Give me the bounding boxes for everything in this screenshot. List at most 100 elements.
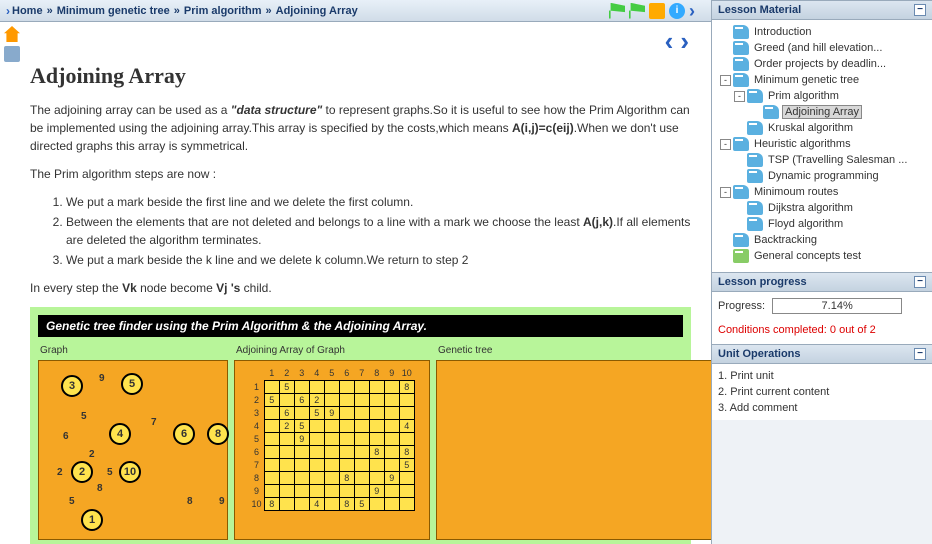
graph-node[interactable]: 10: [119, 461, 141, 483]
collapse-icon[interactable]: −: [914, 348, 926, 360]
tree-item[interactable]: -Minimum genetic tree: [716, 72, 928, 88]
tree-item[interactable]: Dijkstra algorithm: [716, 200, 928, 216]
crumb-1[interactable]: Minimum genetic tree: [57, 5, 170, 17]
main-area: › Home » Minimum genetic tree » Prim alg…: [0, 0, 712, 544]
lesson-progress-header[interactable]: Lesson progress −: [712, 272, 932, 292]
tree-item[interactable]: Floyd algorithm: [716, 216, 928, 232]
tree-item[interactable]: TSP (Travelling Salesman ...: [716, 152, 928, 168]
sidebar: Lesson Material − Introduction Greed (and…: [712, 0, 932, 544]
tree-item-label: Dijkstra algorithm: [766, 202, 855, 214]
tree-item[interactable]: Kruskal algorithm: [716, 120, 928, 136]
breadcrumb: › Home » Minimum genetic tree » Prim alg…: [6, 4, 609, 18]
tree-item-label: Greed (and hill elevation...: [752, 42, 884, 54]
tree-item-label: Backtracking: [752, 234, 819, 246]
step-1: We put a mark beside the first line and …: [66, 193, 691, 211]
edge-weight: 2: [89, 449, 95, 460]
graph-node[interactable]: 4: [109, 423, 131, 445]
graph-node[interactable]: 8: [207, 423, 229, 445]
expand-icon[interactable]: -: [720, 187, 731, 198]
graph-node[interactable]: 1: [81, 509, 103, 531]
forward-icon[interactable]: ›: [689, 3, 705, 19]
prev-page-icon[interactable]: ‹: [665, 26, 674, 56]
tree-item[interactable]: Backtracking: [716, 232, 928, 248]
book-icon: [733, 185, 749, 199]
edge-weight: 8: [97, 483, 103, 494]
book-icon: [747, 89, 763, 103]
op-add-comment[interactable]: 3. Add comment: [718, 400, 926, 416]
expand-icon[interactable]: -: [734, 91, 745, 102]
tree-item[interactable]: Greed (and hill elevation...: [716, 40, 928, 56]
flag-add-icon[interactable]: [629, 3, 645, 19]
progress-bar: 7.14%: [772, 298, 902, 314]
tree-item[interactable]: Adjoining Array: [716, 104, 928, 120]
book-icon: [733, 137, 749, 151]
steps-intro: The Prim algorithm steps are now :: [30, 165, 691, 183]
tree-item[interactable]: Order projects by deadlin...: [716, 56, 928, 72]
tree-canvas[interactable]: [436, 360, 711, 540]
tree-item[interactable]: Introduction: [716, 24, 928, 40]
collapse-icon[interactable]: −: [914, 276, 926, 288]
edge-weight: 5: [107, 467, 113, 478]
next-page-icon[interactable]: ›: [680, 26, 689, 56]
toolbar: ›: [609, 3, 705, 19]
progress-row: Progress: 7.14%: [712, 292, 932, 320]
info-icon[interactable]: [669, 3, 685, 19]
tree-item-label: TSP (Travelling Salesman ...: [766, 154, 909, 166]
graph-node[interactable]: 2: [71, 461, 93, 483]
lesson-material-header[interactable]: Lesson Material −: [712, 0, 932, 20]
flag-icon[interactable]: [609, 3, 625, 19]
edge-weight: 6: [63, 431, 69, 442]
tree-item-label: Dynamic programming: [766, 170, 881, 182]
graph-node[interactable]: 3: [61, 375, 83, 397]
print-icon[interactable]: [4, 46, 20, 62]
tree-item[interactable]: -Heuristic algorithms: [716, 136, 928, 152]
crumb-2[interactable]: Prim algorithm: [184, 5, 262, 17]
tree-item-label: Introduction: [752, 26, 813, 38]
tree-item[interactable]: - Prim algorithm: [716, 88, 928, 104]
simulation-box: Genetic tree finder using the Prim Algor…: [30, 307, 691, 544]
edge-weight: 5: [81, 411, 87, 422]
edge-weight: 9: [99, 373, 105, 384]
book-icon: [747, 169, 763, 183]
book-icon: [747, 121, 763, 135]
conditions-text: Conditions completed: 0 out of 2: [712, 320, 932, 344]
steps-list: We put a mark beside the first line and …: [66, 193, 691, 269]
tree-item-label: Order projects by deadlin...: [752, 58, 888, 70]
closing-paragraph: In every step the Vk node become Vj 's c…: [30, 279, 691, 297]
home-icon[interactable]: [4, 26, 20, 42]
unit-ops-header[interactable]: Unit Operations −: [712, 344, 932, 364]
tree-item-label: Minimoum routes: [752, 186, 840, 198]
step-2: Between the elements that are not delete…: [66, 213, 691, 249]
collapse-icon[interactable]: −: [914, 4, 926, 16]
tree-item[interactable]: General concepts test: [716, 248, 928, 264]
crumb-home[interactable]: Home: [12, 5, 43, 17]
book-icon: [747, 201, 763, 215]
tree-item-label: Floyd algorithm: [766, 218, 845, 230]
op-print-current[interactable]: 2. Print current content: [718, 384, 926, 400]
book-icon: [733, 41, 749, 55]
tree-item-label: General concepts test: [752, 250, 863, 262]
book-icon: [733, 73, 749, 87]
expand-icon[interactable]: -: [720, 139, 731, 150]
book-icon: [733, 57, 749, 71]
graph-canvas[interactable]: 12345681095622855789: [38, 360, 228, 540]
tree-item[interactable]: - Minimoum routes: [716, 184, 928, 200]
tree-item-label: Kruskal algorithm: [766, 122, 855, 134]
lesson-tree: Introduction Greed (and hill elevation...…: [712, 20, 932, 272]
top-bar: › Home » Minimum genetic tree » Prim alg…: [0, 0, 711, 22]
edge-weight: 2: [57, 467, 63, 478]
graph-node[interactable]: 5: [121, 373, 143, 395]
book-icon: [733, 25, 749, 39]
tree-item-label: Prim algorithm: [766, 90, 841, 102]
left-icon-strip: [0, 22, 22, 544]
edge-weight: 5: [69, 496, 75, 507]
sim-title: Genetic tree finder using the Prim Algor…: [38, 315, 683, 337]
book-icon: [747, 153, 763, 167]
package-icon[interactable]: [649, 3, 665, 19]
graph-node[interactable]: 6: [173, 423, 195, 445]
tree-item[interactable]: Dynamic programming: [716, 168, 928, 184]
matrix-canvas[interactable]: 1234567891015825623659425459688758899910…: [234, 360, 430, 540]
expand-icon[interactable]: -: [720, 75, 731, 86]
breadcrumb-arrow-icon: ›: [6, 4, 10, 18]
op-print-unit[interactable]: 1. Print unit: [718, 368, 926, 384]
